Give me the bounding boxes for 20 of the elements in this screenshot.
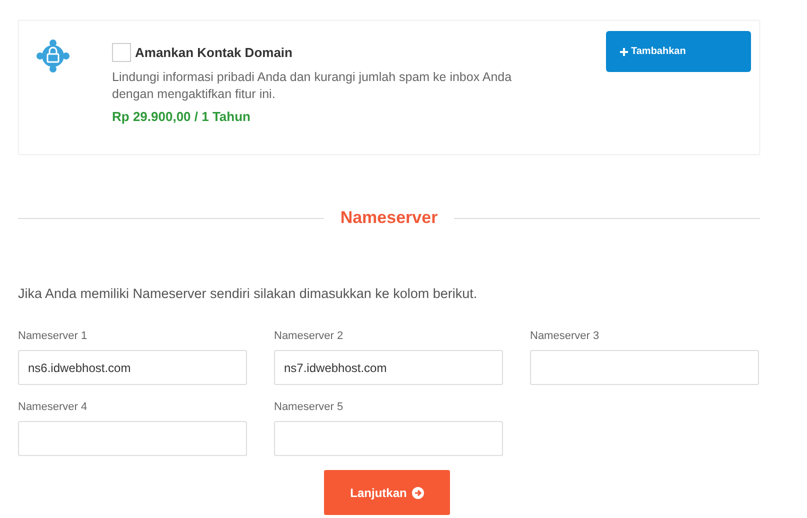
addon-title: Amankan Kontak Domain [135,45,292,60]
arrow-circle-icon [412,486,424,498]
lock-network-icon [36,39,70,73]
nameserver-field[interactable] [530,350,759,385]
field-label: Nameserver 5 [274,401,344,414]
checkbox[interactable] [112,43,131,62]
addon-price: Rp 29.900,00 / 1 Tahun [112,109,252,124]
nameserver-field[interactable] [274,421,503,456]
plus-icon [620,48,628,56]
field-label: Nameserver 1 [18,330,88,343]
section-heading: Nameserver [340,208,438,228]
addon-description: Lindungi informasi pribadi Anda dan kurangi jumlah spam ke inbox Anda dengan mengaktifkan fitur ini. [112,69,513,103]
nameserver-field[interactable]: ns6.idwebhost.com [18,350,247,385]
field-label: Nameserver 4 [18,401,88,414]
nameserver-field[interactable] [18,421,247,456]
add-button[interactable]: Tambahkan [606,31,751,72]
intro-text: Jika Anda memiliki Nameserver sendiri silakan dimasukkan ke kolom berikut. [18,286,478,303]
field-label: Nameserver 3 [530,330,600,343]
nameserver-field[interactable]: ns7.idwebhost.com [274,350,503,385]
field-label: Nameserver 2 [274,330,344,343]
